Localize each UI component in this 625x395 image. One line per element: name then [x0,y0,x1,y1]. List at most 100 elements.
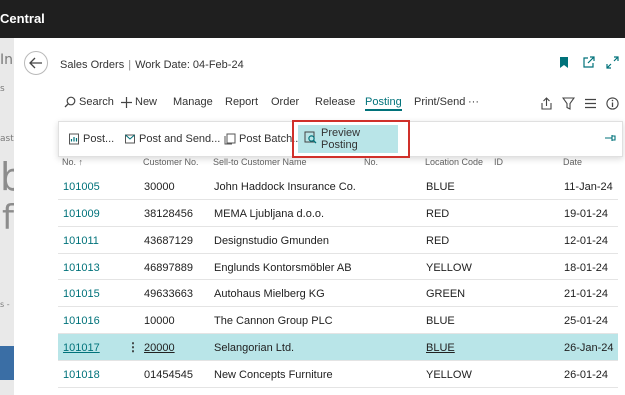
cell-location-code: BLUE [426,342,455,355]
breadcrumb: Sales Orders | Work Date: 04-Feb-24 [60,59,244,71]
table-row[interactable]: 101009 38128456 MEMA Ljubljana d.o.o. RED 19… [58,200,618,227]
sales-orders-table: No. ↑ Customer No. Sell-to Customer Name… [58,151,618,388]
app-title: Central [0,11,45,26]
post-batch-icon [224,133,236,145]
preview-posting-label: Preview Posting [321,127,361,151]
app-bar: Central [0,0,625,38]
cell-order-no[interactable]: 101018 [63,369,100,381]
bookmark-icon[interactable] [557,55,571,69]
cell-location-code: GREEN [426,288,466,301]
page-title[interactable]: Sales Orders [60,59,124,71]
cell-customer-name: Autohaus Mielberg KG [214,288,325,301]
filter-icon[interactable] [561,96,575,110]
cell-customer-name: Designstudio Gmunden [214,234,329,247]
cell-order-no[interactable]: 101015 [63,288,100,300]
cell-customer-no: 46897889 [144,261,193,274]
post-send-icon [124,133,136,145]
cell-date: 21-01-24 [564,288,609,301]
post-document-icon [68,133,80,145]
cell-location-code: RED [426,207,450,220]
cell-customer-no: 20000 [144,342,175,355]
back-arrow-icon [29,57,42,69]
cell-location-code: BLUE [426,181,455,193]
cell-date: 18-01-24 [564,261,609,274]
print-send-action[interactable]: Print/Send [414,96,465,108]
table-row[interactable]: 101011 43687129 Designstudio Gmunden RED 12-… [58,227,618,254]
cell-location-code: YELLOW [426,261,472,274]
share-icon[interactable] [539,96,553,110]
column-id[interactable]: ID [494,157,503,167]
column-location-code[interactable]: Location Code [425,157,483,167]
cell-date: 19-01-24 [564,207,609,220]
post-and-send-label: Post and Send... [139,133,221,145]
action-bar: Search New Manage Report Order Release P… [64,96,619,114]
cell-location-code: YELLOW [426,368,472,381]
preview-posting-button[interactable]: Preview Posting [298,125,398,153]
action-bar-icons [539,96,619,110]
cell-customer-name: Englunds Kontorsmöbler AB [214,261,352,274]
cell-customer-no: 49633663 [144,288,193,301]
cell-date: 11-Jan-24 [564,181,613,193]
search-icon [64,96,76,108]
new-action[interactable]: New [121,96,157,108]
report-action[interactable]: Report [225,96,258,108]
preview-posting-icon [304,131,317,147]
posting-tab[interactable]: Posting [365,96,402,111]
open-new-window-icon[interactable] [581,55,595,69]
background-text: ast [0,134,14,144]
table-body: 101005 30000 John Haddock Insurance Co. BLU… [58,173,618,388]
cell-order-no[interactable]: 101017 [63,342,100,354]
search-label: Search [79,96,114,108]
column-customer-name[interactable]: Sell-to Customer Name [213,157,307,167]
sales-orders-panel: Sales Orders | Work Date: 04-Feb-24 Search… [14,38,625,395]
cell-customer-name: MEMA Ljubljana d.o.o. [214,207,325,220]
table-row[interactable]: 101017 20000 Selangorian Ltd. BLUE 26-Jan-24… [58,334,618,361]
order-action[interactable]: Order [271,96,299,108]
background-text: f [2,198,14,238]
search-action[interactable]: Search [64,96,114,108]
post-label: Post... [83,133,115,145]
cell-customer-no: 38128456 [144,207,193,220]
table-row[interactable]: 101018 01454545 New Concepts Furniture YELL… [58,361,618,388]
list-view-icon[interactable] [583,96,597,110]
background-text: b [0,155,14,199]
info-icon[interactable] [605,96,619,110]
cell-date: 25-01-24 [564,315,609,328]
expand-icon[interactable] [605,55,619,69]
cell-customer-name: The Cannon Group PLC [214,315,333,328]
cell-order-no[interactable]: 101005 [63,181,100,193]
cell-order-no[interactable]: 101011 [63,235,99,247]
background-page-strip: In s ast b f s - [0,38,14,395]
cell-date: 26-01-24 [564,368,609,381]
cell-order-no[interactable]: 101013 [63,262,100,274]
breadcrumb-separator: | [128,59,132,71]
cell-customer-name: New Concepts Furniture [214,368,333,381]
manage-action[interactable]: Manage [173,96,213,108]
background-text: s - [0,300,10,309]
cell-customer-no: 30000 [144,181,175,193]
table-row[interactable]: 101005 30000 John Haddock Insurance Co. BLU… [58,173,618,200]
background-text: In [0,52,14,68]
cell-location-code: RED [426,234,450,247]
cell-location-code: BLUE [426,315,455,328]
back-button[interactable] [24,51,48,75]
cell-order-no[interactable]: 101016 [63,315,100,327]
column-date[interactable]: Date [563,157,582,167]
column-no-2[interactable]: No. [364,157,378,167]
more-actions-button[interactable]: ··· [468,96,479,108]
column-no[interactable]: No. ↑ [62,157,83,167]
cell-date: 26-Jan-24 [564,342,614,355]
table-row[interactable]: 101015 49633663 Autohaus Mielberg KG GREEN 2… [58,280,618,308]
table-row[interactable]: 101016 10000 The Cannon Group PLC BLUE 25-01… [58,307,618,335]
row-menu-button[interactable]: ⋮ [127,340,139,354]
table-header: No. ↑ Customer No. Sell-to Customer Name… [58,151,618,173]
release-action[interactable]: Release [315,96,355,108]
column-customer-no[interactable]: Customer No. [143,157,199,167]
pin-icon[interactable] [604,133,616,146]
background-text: s [0,84,5,94]
work-date[interactable]: Work Date: 04-Feb-24 [135,59,244,71]
table-row[interactable]: 101013 46897889 Englunds Kontorsmöbler AB Y… [58,254,618,281]
cell-customer-no: 10000 [144,315,175,328]
background-accent-strip [0,346,14,380]
cell-order-no[interactable]: 101009 [63,208,100,220]
